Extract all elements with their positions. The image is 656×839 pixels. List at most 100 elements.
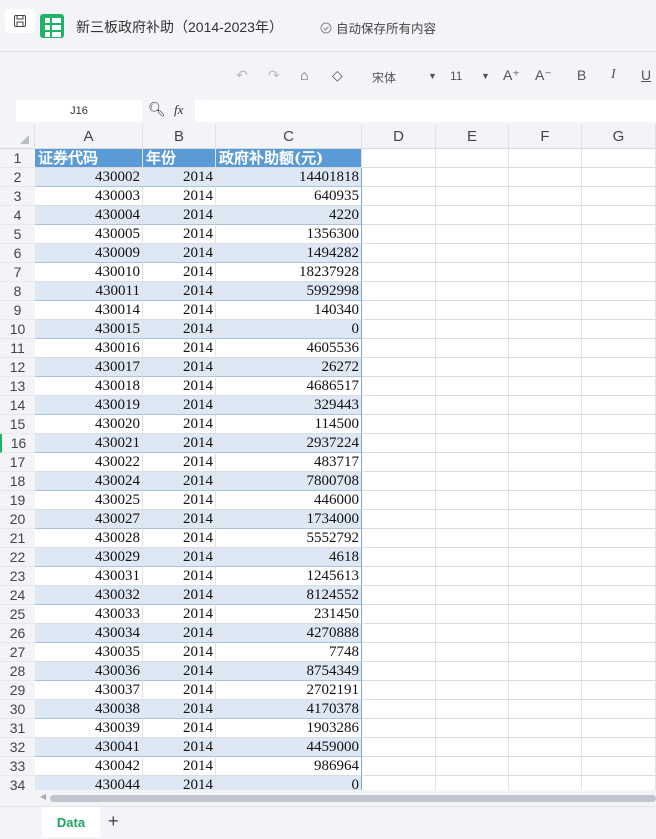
row-header[interactable]: 17 bbox=[0, 453, 35, 472]
cell[interactable]: 5992998 bbox=[216, 282, 362, 301]
cell[interactable] bbox=[509, 301, 582, 320]
cell[interactable] bbox=[509, 700, 582, 719]
cell[interactable] bbox=[582, 149, 656, 168]
save-button[interactable] bbox=[5, 9, 35, 33]
cell[interactable] bbox=[582, 472, 656, 491]
cell[interactable]: 430019 bbox=[35, 396, 143, 415]
cell[interactable]: 430027 bbox=[35, 510, 143, 529]
cell[interactable] bbox=[436, 282, 509, 301]
cell[interactable] bbox=[582, 320, 656, 339]
cell[interactable] bbox=[362, 491, 436, 510]
cell[interactable]: 2014 bbox=[143, 662, 216, 681]
scrollbar-thumb[interactable] bbox=[50, 795, 656, 802]
cell[interactable]: 1245613 bbox=[216, 567, 362, 586]
cell[interactable] bbox=[436, 187, 509, 206]
cell[interactable] bbox=[509, 149, 582, 168]
cell[interactable]: 2702191 bbox=[216, 681, 362, 700]
cell[interactable] bbox=[436, 358, 509, 377]
cell[interactable]: 329443 bbox=[216, 396, 362, 415]
cell[interactable] bbox=[362, 624, 436, 643]
cell[interactable] bbox=[509, 719, 582, 738]
cell[interactable] bbox=[582, 301, 656, 320]
font-size-select[interactable]: 11 bbox=[450, 69, 462, 83]
cell[interactable]: 14401818 bbox=[216, 168, 362, 187]
cell[interactable]: 430024 bbox=[35, 472, 143, 491]
cell[interactable] bbox=[509, 358, 582, 377]
column-header-c[interactable]: C bbox=[216, 124, 362, 149]
cell[interactable] bbox=[582, 548, 656, 567]
cell[interactable] bbox=[582, 453, 656, 472]
cell[interactable] bbox=[582, 624, 656, 643]
row-header[interactable]: 30 bbox=[0, 700, 35, 719]
cell[interactable]: 430002 bbox=[35, 168, 143, 187]
column-header-g[interactable]: G bbox=[582, 124, 656, 149]
header-cell[interactable]: 年份 bbox=[143, 149, 216, 168]
cell[interactable] bbox=[509, 586, 582, 605]
row-header[interactable]: 19 bbox=[0, 491, 35, 510]
add-sheet-button[interactable]: + bbox=[108, 811, 119, 832]
cell[interactable] bbox=[582, 168, 656, 187]
cell[interactable] bbox=[509, 263, 582, 282]
cell[interactable] bbox=[362, 434, 436, 453]
cell[interactable] bbox=[582, 415, 656, 434]
cell[interactable]: 2014 bbox=[143, 320, 216, 339]
cell[interactable]: 1494282 bbox=[216, 244, 362, 263]
row-header[interactable]: 7 bbox=[0, 263, 35, 282]
cell[interactable] bbox=[509, 548, 582, 567]
cell[interactable]: 430025 bbox=[35, 491, 143, 510]
cell[interactable] bbox=[362, 320, 436, 339]
cell[interactable]: 430005 bbox=[35, 225, 143, 244]
cell[interactable] bbox=[436, 624, 509, 643]
format-painter-icon[interactable]: ⌂ bbox=[300, 67, 308, 83]
cell[interactable]: 2014 bbox=[143, 339, 216, 358]
cell[interactable] bbox=[362, 662, 436, 681]
cell[interactable]: 430021 bbox=[35, 434, 143, 453]
cell[interactable] bbox=[582, 377, 656, 396]
cell[interactable] bbox=[362, 510, 436, 529]
name-box[interactable]: J16 bbox=[16, 100, 142, 122]
cell[interactable] bbox=[362, 225, 436, 244]
row-header[interactable]: 33 bbox=[0, 757, 35, 776]
cell[interactable] bbox=[362, 377, 436, 396]
horizontal-scrollbar[interactable]: ◀ bbox=[0, 790, 656, 806]
underline-button[interactable]: U bbox=[641, 67, 651, 83]
cell[interactable] bbox=[509, 681, 582, 700]
cell[interactable] bbox=[436, 472, 509, 491]
cell[interactable] bbox=[582, 700, 656, 719]
cell[interactable]: 430039 bbox=[35, 719, 143, 738]
cell[interactable]: 2014 bbox=[143, 700, 216, 719]
cell[interactable] bbox=[436, 263, 509, 282]
cell[interactable]: 2014 bbox=[143, 738, 216, 757]
cell[interactable]: 8754349 bbox=[216, 662, 362, 681]
cell[interactable]: 430009 bbox=[35, 244, 143, 263]
cell[interactable] bbox=[582, 225, 656, 244]
document-title[interactable]: 新三板政府补助（2014-2023年） bbox=[76, 17, 283, 37]
row-header[interactable]: 23 bbox=[0, 567, 35, 586]
row-header[interactable]: 31 bbox=[0, 719, 35, 738]
redo-icon[interactable]: ↷ bbox=[268, 67, 280, 84]
cell[interactable] bbox=[509, 738, 582, 757]
eraser-icon[interactable]: ◇ bbox=[332, 67, 343, 84]
row-header[interactable]: 1 bbox=[0, 149, 35, 168]
cell[interactable]: 430038 bbox=[35, 700, 143, 719]
header-cell[interactable]: 证券代码 bbox=[35, 149, 143, 168]
cell[interactable]: 7748 bbox=[216, 643, 362, 662]
cell[interactable] bbox=[436, 757, 509, 776]
cell[interactable]: 2014 bbox=[143, 586, 216, 605]
cell[interactable]: 430014 bbox=[35, 301, 143, 320]
cell[interactable]: 430011 bbox=[35, 282, 143, 301]
cell[interactable]: 26272 bbox=[216, 358, 362, 377]
row-header[interactable]: 16 bbox=[0, 434, 35, 453]
row-header[interactable]: 12 bbox=[0, 358, 35, 377]
cell[interactable] bbox=[362, 396, 436, 415]
column-header-f[interactable]: F bbox=[509, 124, 582, 149]
cell[interactable]: 4686517 bbox=[216, 377, 362, 396]
chevron-down-icon[interactable]: ▼ bbox=[481, 71, 490, 81]
cell[interactable] bbox=[436, 700, 509, 719]
cell[interactable]: 2014 bbox=[143, 757, 216, 776]
cell[interactable] bbox=[509, 377, 582, 396]
cell[interactable] bbox=[582, 510, 656, 529]
cell[interactable]: 4459000 bbox=[216, 738, 362, 757]
cell[interactable] bbox=[582, 358, 656, 377]
cell[interactable] bbox=[582, 757, 656, 776]
